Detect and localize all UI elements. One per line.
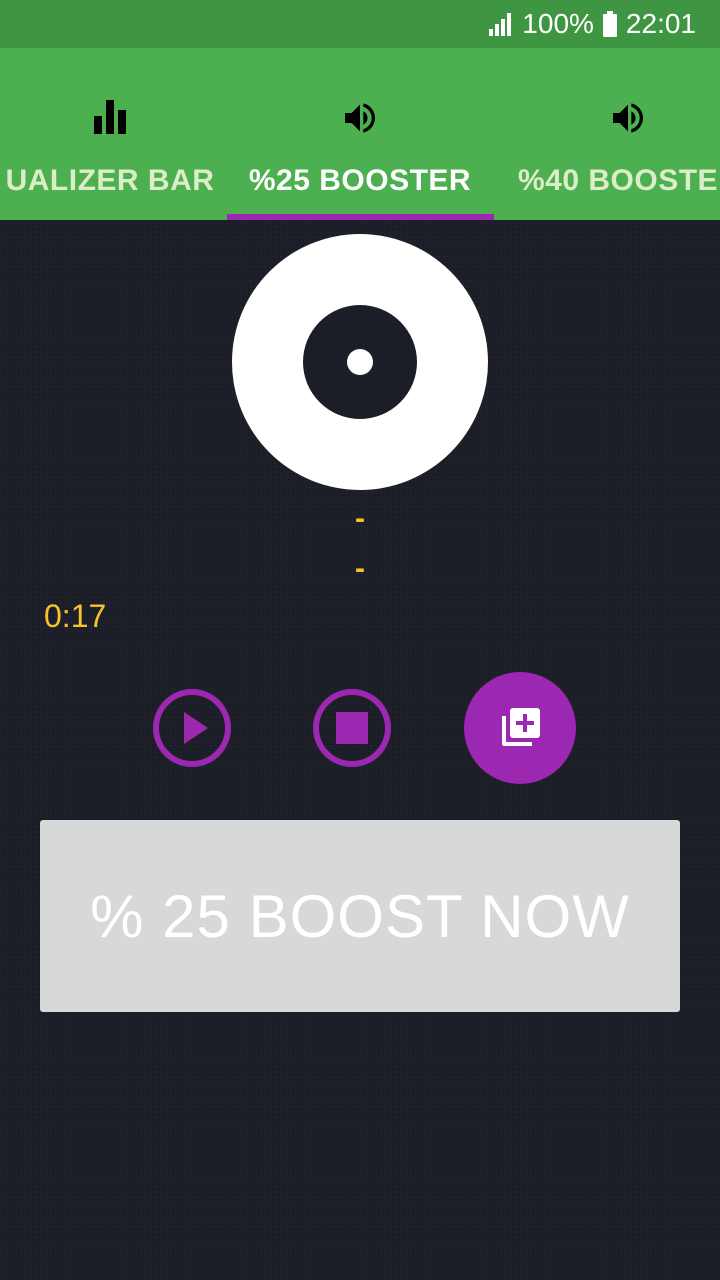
tab-bar: UALIZER BAR %25 BOOSTER %40 BOOSTER (0, 48, 720, 220)
disc-inner (303, 305, 417, 419)
volume-icon (345, 103, 375, 133)
signal-icon (489, 13, 512, 36)
disc-artwork (232, 234, 488, 490)
track-title: - (355, 502, 365, 535)
add-to-playlist-icon (502, 708, 540, 746)
battery-icon (602, 11, 617, 37)
volume-icon (613, 103, 643, 133)
status-bar: 100% 22:01 (0, 0, 720, 48)
equalizer-icon (94, 100, 126, 134)
clock: 22:01 (625, 8, 696, 39)
tab-25-booster[interactable]: %25 BOOSTER (210, 48, 510, 220)
stop-circle-icon (313, 689, 391, 767)
stop-button[interactable] (312, 688, 392, 768)
add-to-playlist-button[interactable] (464, 672, 576, 784)
elapsed-time: 0:17 (44, 598, 107, 634)
play-circle-icon (153, 689, 231, 767)
tab-label: %40 BOOSTER (518, 164, 720, 197)
battery-percent: 100% (522, 8, 594, 39)
play-button[interactable] (152, 688, 232, 768)
track-artist: - (355, 552, 365, 585)
status-right: 100% 22:01 (488, 0, 696, 48)
tab-40-booster[interactable]: %40 BOOSTER (478, 48, 720, 220)
tab-label: %25 BOOSTER (248, 164, 472, 197)
selected-tab-indicator (227, 214, 494, 220)
disc-hole (347, 349, 373, 375)
boost-now-button[interactable]: % 25 BOOST NOW (40, 820, 680, 1012)
